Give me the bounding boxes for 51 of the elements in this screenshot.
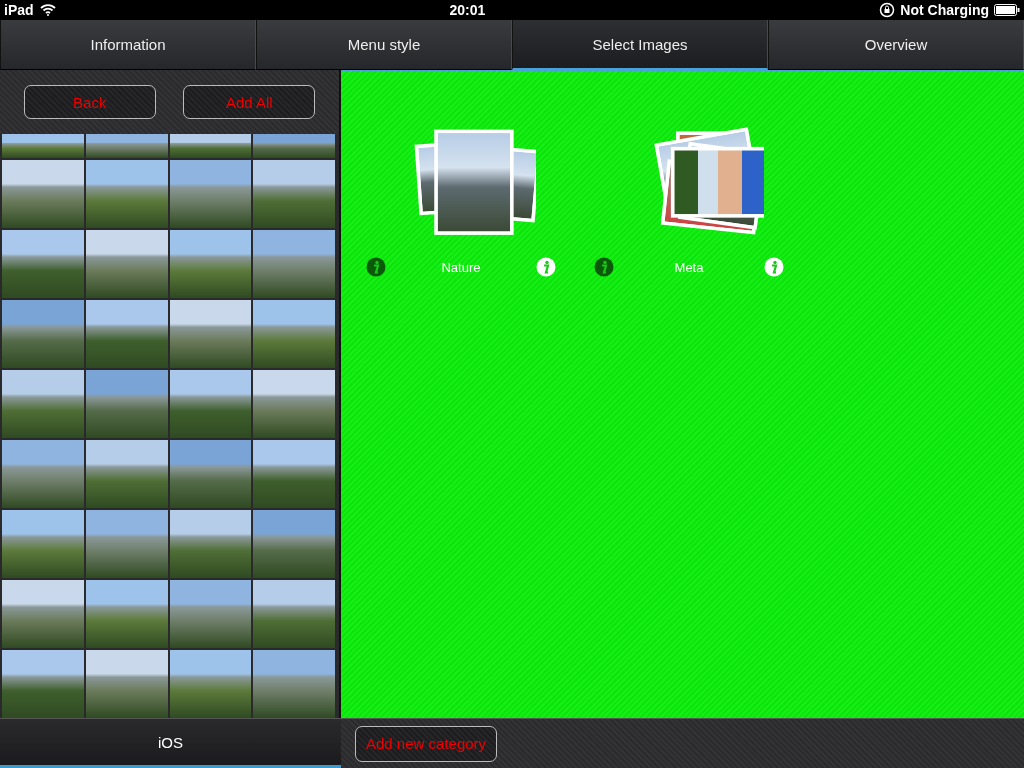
- photo-placeholder[interactable]: [85, 134, 168, 158]
- category-name: Meta: [674, 259, 704, 275]
- photo-placeholder[interactable]: [85, 230, 168, 298]
- photo-placeholder[interactable]: [85, 440, 168, 508]
- photo-placeholder[interactable]: [2, 230, 84, 298]
- photo-stack-drawing[interactable]: [414, 129, 536, 235]
- photo-placeholder[interactable]: [2, 650, 84, 718]
- photo-placeholder[interactable]: [253, 650, 335, 718]
- photo-placeholder[interactable]: [253, 160, 335, 228]
- photo-placeholder[interactable]: [85, 510, 168, 578]
- photo-placeholder[interactable]: [2, 370, 84, 438]
- rotation-lock-icon: [879, 2, 896, 18]
- photo-placeholder[interactable]: [169, 650, 252, 718]
- photo-placeholder[interactable]: [85, 650, 168, 718]
- device-name: iPad: [4, 2, 34, 18]
- photo-placeholder[interactable]: [2, 580, 84, 648]
- info-icon[interactable]: [366, 257, 386, 277]
- photo-placeholder[interactable]: [169, 510, 252, 578]
- photo-placeholder[interactable]: [253, 300, 335, 368]
- tab[interactable]: Overview: [768, 20, 1024, 70]
- photo-placeholder[interactable]: [85, 300, 168, 368]
- photo-placeholder[interactable]: [169, 160, 252, 228]
- panel-button[interactable]: Add All: [183, 85, 316, 119]
- tab[interactable]: Menu style: [256, 20, 512, 70]
- add-category-button[interactable]: Add new category: [355, 725, 498, 762]
- photo-placeholder[interactable]: [253, 230, 335, 298]
- photo-placeholder[interactable]: [2, 510, 84, 578]
- photo-placeholder[interactable]: [169, 440, 252, 508]
- photo-placeholder[interactable]: [169, 134, 252, 158]
- photo-placeholder[interactable]: [253, 370, 335, 438]
- clock-time: 20:01: [448, 2, 487, 18]
- battery-status: Not Charging: [900, 2, 989, 18]
- wifi-icon: [39, 4, 56, 16]
- tab[interactable]: Select Images: [512, 20, 768, 70]
- category-name: Nature: [441, 259, 481, 275]
- photo-placeholder[interactable]: [2, 440, 84, 508]
- photo-placeholder[interactable]: [85, 580, 168, 648]
- photo-placeholder[interactable]: [169, 370, 252, 438]
- photo-placeholder[interactable]: [2, 134, 84, 158]
- panel-footer-bar: iOS: [0, 718, 341, 768]
- photo-placeholder[interactable]: [169, 230, 252, 298]
- photo-placeholder[interactable]: [2, 160, 84, 228]
- photo-placeholder[interactable]: [85, 160, 168, 228]
- photo-placeholder[interactable]: [169, 580, 252, 648]
- photo-placeholder[interactable]: [169, 300, 252, 368]
- tab[interactable]: Information: [0, 20, 256, 70]
- battery-icon: [994, 4, 1020, 16]
- photo-stack-drawing[interactable]: [654, 127, 764, 235]
- photo-placeholder[interactable]: [253, 440, 335, 508]
- info-icon[interactable]: [594, 257, 614, 277]
- photo-placeholder[interactable]: [253, 580, 335, 648]
